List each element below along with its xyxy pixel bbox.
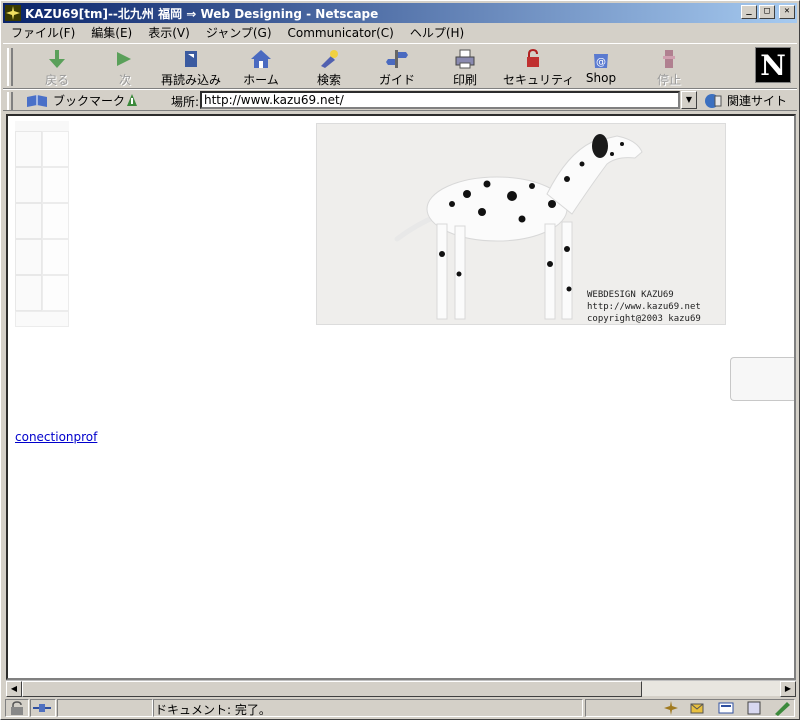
security-lock-icon <box>527 48 539 67</box>
print-label: 印刷 <box>452 73 477 87</box>
newsgroup-icon[interactable] <box>717 700 737 716</box>
menu-file[interactable]: ファイル(F) <box>11 24 75 41</box>
shop-label: Shop <box>585 71 617 85</box>
shop-button[interactable]: @ Shop <box>571 48 631 88</box>
browser-window: KAZU69[tm]--北九州 福岡 ⇒ Web Designing - Net… <box>0 0 800 720</box>
netscape-n-logo[interactable]: N <box>755 47 791 83</box>
menu-edit[interactable]: 編集(E) <box>91 24 132 41</box>
conectionprof-link[interactable]: conectionprof <box>15 430 97 444</box>
address-input[interactable]: http://www.kazu69.net/ <box>200 91 680 109</box>
scroll-right-button[interactable]: ▶ <box>780 681 796 697</box>
minimize-button[interactable]: _ <box>741 5 757 19</box>
connection-status-box[interactable] <box>30 699 56 717</box>
search-button[interactable]: 検索 <box>299 48 359 88</box>
stop-label: 停止 <box>656 73 681 87</box>
forward-button[interactable]: 次 <box>95 48 155 88</box>
shop-icon: @ <box>594 54 608 68</box>
print-icon <box>455 49 475 69</box>
reload-button[interactable]: 再読み込み <box>161 48 221 88</box>
banner-caption: WEBDESIGN KAZU69 http://www.kazu69.net c… <box>587 289 701 325</box>
guide-button[interactable]: ガイド <box>367 48 427 88</box>
horizontal-scrollbar[interactable]: ◀ ▶ <box>6 680 796 697</box>
nav-cell[interactable] <box>15 131 42 167</box>
stop-button[interactable]: 停止 <box>639 48 699 88</box>
related-sites-label: 関連サイト <box>727 94 788 108</box>
print-button[interactable]: 印刷 <box>435 48 495 88</box>
menu-go[interactable]: ジャンプ(G) <box>206 24 272 41</box>
security-button[interactable]: セキュリティ <box>503 48 575 88</box>
scroll-thumb[interactable] <box>22 681 642 697</box>
netscape-app-icon <box>5 5 21 21</box>
header-banner-image: WEBDESIGN KAZU69 http://www.kazu69.net c… <box>316 123 726 325</box>
search-label: 検索 <box>316 73 341 87</box>
location-icon[interactable] <box>124 92 140 108</box>
reload-label: 再読み込み <box>161 73 222 87</box>
progress-box <box>57 699 153 717</box>
reload-icon <box>185 51 197 67</box>
component-icons <box>661 700 793 716</box>
home-button[interactable]: ホーム <box>231 48 291 88</box>
window-title: KAZU69[tm]--北九州 福岡 ⇒ Web Designing - Net… <box>25 6 379 21</box>
status-bar: ドキュメント: 完了。 <box>3 698 797 718</box>
composer-icon[interactable] <box>773 700 793 716</box>
svg-text:@: @ <box>596 57 606 68</box>
back-button[interactable]: 戻る <box>27 48 87 88</box>
security-status-box[interactable] <box>5 699 29 717</box>
home-label: ホーム <box>243 73 279 87</box>
back-arrow-icon <box>49 50 65 68</box>
navigation-toolbar: 戻る 次 再読み込み ホーム 検索 ガイド 印刷 セキュリティ @ Shop 停… <box>3 43 797 89</box>
home-icon <box>251 50 271 68</box>
bookmarks-icon <box>27 94 47 107</box>
nav-cell[interactable] <box>15 203 42 239</box>
page-content[interactable]: WEBDESIGN KAZU69 http://www.kazu69.net c… <box>6 114 796 680</box>
mail-icon[interactable] <box>689 700 709 716</box>
nav-image-column <box>15 121 69 327</box>
nav-cell[interactable] <box>15 239 42 275</box>
banner-line-3: copyright@2003 kazu69 <box>587 314 701 324</box>
back-label: 戻る <box>44 73 69 87</box>
related-sites-button[interactable]: 関連サイト <box>703 92 787 109</box>
bookmarks-button[interactable]: ブックマーク <box>25 92 125 109</box>
guide-label: ガイド <box>378 73 415 87</box>
toolbar-grip[interactable] <box>7 48 13 86</box>
location-toolbar-grip[interactable] <box>7 92 13 110</box>
security-label: セキュリティ <box>503 73 575 87</box>
menu-communicator[interactable]: Communicator(C) <box>288 26 394 40</box>
address-label: 場所: <box>171 95 200 109</box>
side-tab-widget[interactable] <box>730 357 794 401</box>
address-dropdown-button[interactable]: ▼ <box>681 91 697 109</box>
banner-line-2: http://www.kazu69.net <box>587 302 701 312</box>
menu-help[interactable]: ヘルプ(H) <box>410 24 464 41</box>
banner-line-1: WEBDESIGN KAZU69 <box>587 290 674 300</box>
guide-icon <box>386 50 408 68</box>
status-lock-icon <box>11 701 23 715</box>
online-plug-icon <box>33 704 51 712</box>
forward-label: 次 <box>118 73 131 87</box>
scroll-left-button[interactable]: ◀ <box>6 681 22 697</box>
bookmarks-label: ブックマーク <box>53 94 126 108</box>
title-bar[interactable]: KAZU69[tm]--北九州 福岡 ⇒ Web Designing - Net… <box>3 3 797 23</box>
location-toolbar: ブックマーク 場所: http://www.kazu69.net/ ▼ 関連サイ… <box>3 89 797 111</box>
address-book-icon[interactable] <box>745 700 765 716</box>
close-button[interactable]: ✕ <box>779 5 795 19</box>
status-text: ドキュメント: 完了。 <box>155 703 271 717</box>
stop-icon <box>663 50 675 68</box>
nav-cell[interactable] <box>15 167 42 203</box>
menu-view[interactable]: 表示(V) <box>148 24 190 41</box>
maximize-button[interactable]: □ <box>759 5 775 19</box>
menu-bar: ファイル(F) 編集(E) 表示(V) ジャンプ(G) Communicator… <box>3 23 797 42</box>
forward-arrow-icon <box>117 52 131 66</box>
navigator-icon[interactable] <box>661 700 681 716</box>
nav-cell[interactable] <box>15 275 42 311</box>
search-icon <box>321 50 338 68</box>
related-sites-icon <box>705 93 722 108</box>
